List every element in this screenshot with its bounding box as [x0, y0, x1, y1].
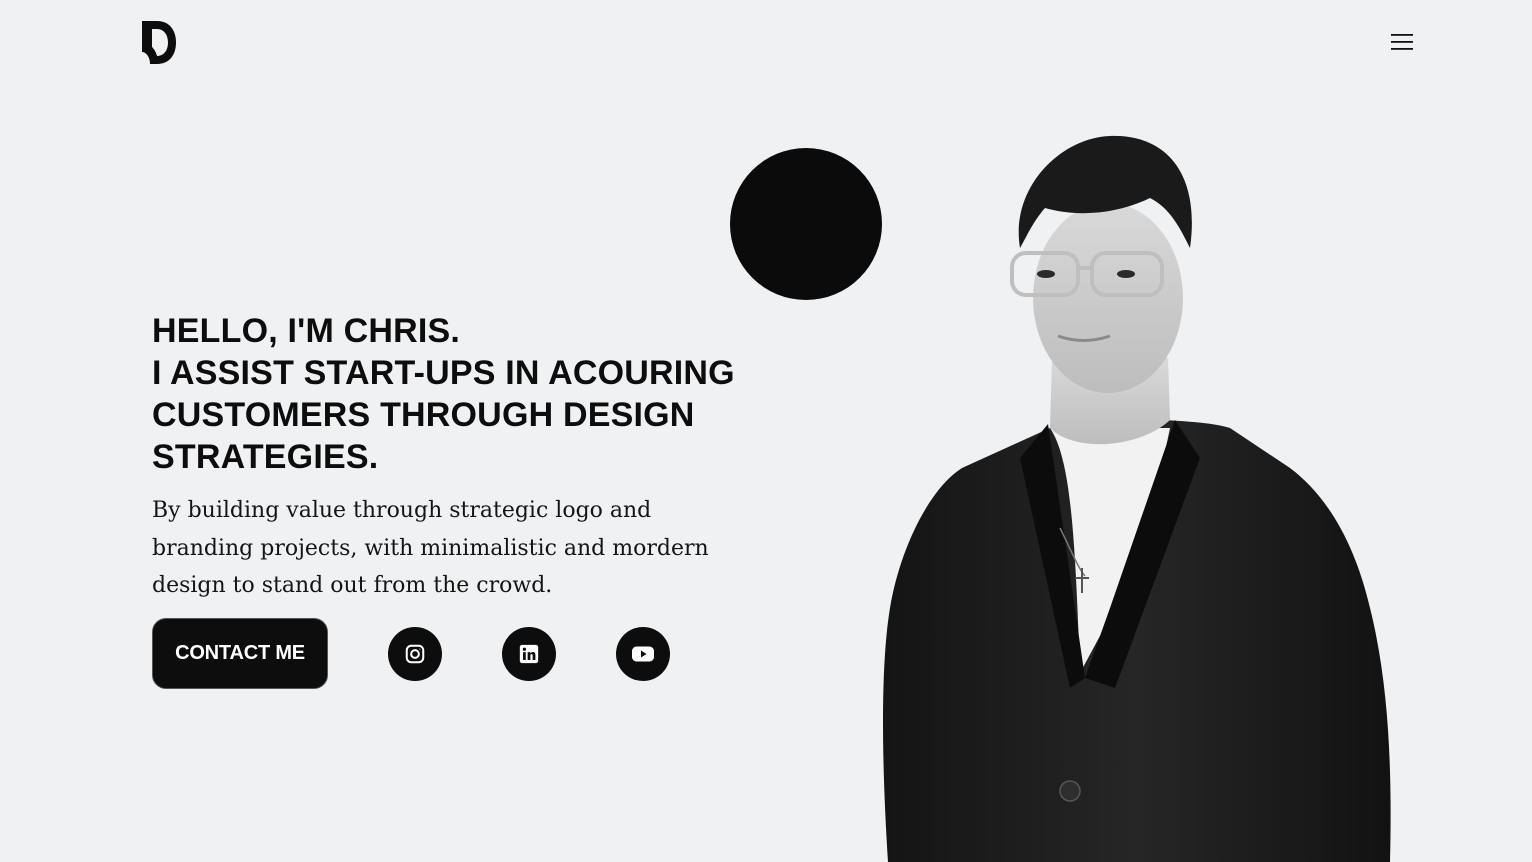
headline-line: HELLO, I'M CHRIS.: [152, 312, 461, 350]
youtube-link[interactable]: [616, 626, 670, 681]
decorative-circle: [730, 148, 882, 300]
youtube-icon: [632, 646, 654, 661]
menu-button[interactable]: [1386, 28, 1418, 56]
hero-actions: CONTACT ME: [152, 618, 670, 689]
linkedin-icon: [519, 644, 539, 663]
instagram-link[interactable]: [388, 626, 442, 681]
hero-headline: HELLO, I'M CHRIS. I ASSIST START-UPS IN …: [152, 310, 792, 478]
subtext-line: design to stand out from the crowd.: [152, 573, 553, 598]
contact-me-button[interactable]: CONTACT ME: [152, 618, 328, 689]
hero-subtext: By building value through strategic logo…: [152, 492, 752, 605]
hero-section: HELLO, I'M CHRIS. I ASSIST START-UPS IN …: [152, 310, 792, 605]
headline-line: CUSTOMERS THROUGH DESIGN: [152, 396, 695, 434]
subtext-line: branding projects, with minimalistic and…: [152, 535, 709, 561]
headline-line: I ASSIST START-UPS IN ACOURING: [152, 354, 735, 392]
instagram-icon: [405, 644, 425, 663]
hamburger-menu-icon: [1391, 34, 1413, 50]
logo-icon[interactable]: [140, 19, 178, 66]
linkedin-link[interactable]: [502, 626, 556, 681]
headline-line: STRATEGIES.: [152, 438, 379, 476]
subtext-line: By building value through strategic logo…: [152, 498, 652, 523]
portrait-photo: [883, 135, 1391, 862]
